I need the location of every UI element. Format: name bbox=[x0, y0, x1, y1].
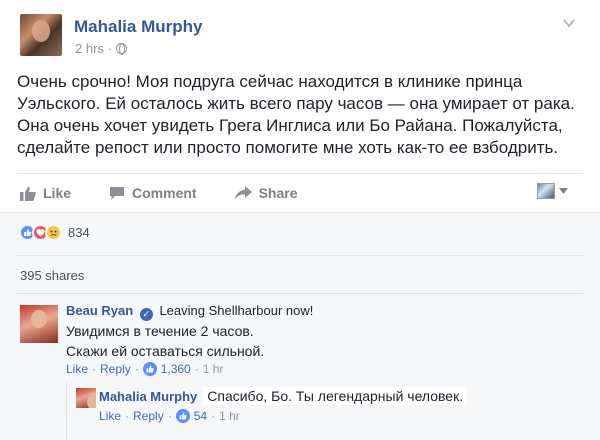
reply-author-name[interactable]: Mahalia Murphy bbox=[99, 389, 197, 404]
separator-dot: · bbox=[134, 362, 139, 376]
divider bbox=[17, 293, 583, 294]
share-button[interactable]: Share bbox=[234, 185, 298, 201]
divider bbox=[17, 255, 583, 256]
commenter-name[interactable]: Beau Ryan bbox=[66, 303, 133, 318]
post-meta: 2 hrs · bbox=[75, 41, 128, 56]
comment-text-line: Скажи ей оставаться сильной. bbox=[66, 343, 265, 359]
comment-time[interactable]: 1 hr bbox=[203, 362, 224, 376]
reply-like-count[interactable]: 54 bbox=[194, 409, 207, 423]
comment-reply-link[interactable]: Reply bbox=[100, 362, 131, 376]
facebook-post-card: Mahalia Murphy 2 hrs · Очень срочно! Моя… bbox=[0, 0, 600, 440]
comment-label: Comment bbox=[132, 185, 197, 201]
share-arrow-icon bbox=[234, 186, 252, 200]
comment-like-count[interactable]: 1,360 bbox=[161, 362, 191, 376]
verified-badge-icon: ✓ bbox=[139, 308, 153, 321]
reactions-summary[interactable]: 834 bbox=[19, 224, 90, 241]
reactions-count: 834 bbox=[68, 225, 90, 240]
comment-actions: Like · Reply · 1,360 · 1 hr bbox=[66, 362, 223, 376]
reply-actions: Like · Reply · 54 · 1 hr bbox=[99, 409, 240, 423]
commenter-avatar[interactable] bbox=[20, 305, 58, 343]
reply-text: Спасибо, Бо. Ты легендарный человек. bbox=[203, 387, 468, 405]
sad-reaction-icon bbox=[45, 224, 62, 241]
author-avatar[interactable] bbox=[20, 14, 62, 56]
like-label: Like bbox=[43, 185, 72, 201]
reply-reply-link[interactable]: Reply bbox=[133, 409, 164, 423]
page-avatar bbox=[537, 183, 555, 199]
post-time[interactable]: 2 hrs bbox=[75, 41, 104, 56]
like-count-icon bbox=[142, 362, 157, 376]
separator-dot: · bbox=[125, 409, 130, 423]
reply-like-link[interactable]: Like bbox=[99, 409, 121, 423]
meta-separator: · bbox=[107, 41, 113, 56]
reply-avatar[interactable] bbox=[76, 388, 96, 408]
shares-count[interactable]: 395 shares bbox=[20, 268, 84, 283]
post-author-name[interactable]: Mahalia Murphy bbox=[74, 17, 202, 37]
separator-dot: · bbox=[194, 362, 199, 376]
comment: Beau Ryan ✓ Leaving Shellharbour now! Ув… bbox=[66, 302, 566, 361]
share-label: Share bbox=[258, 185, 298, 201]
separator-dot: · bbox=[92, 362, 97, 376]
comment-text-line: Увидимся в течение 2 часов. bbox=[66, 323, 254, 339]
divider bbox=[17, 173, 583, 174]
separator-dot: · bbox=[167, 409, 172, 423]
comment-button[interactable]: Comment bbox=[109, 185, 197, 201]
comment-icon bbox=[110, 186, 125, 199]
chevron-down-icon[interactable] bbox=[562, 16, 576, 30]
thumbs-up-icon bbox=[20, 186, 36, 201]
post-text: Очень срочно! Моя подруга сейчас находит… bbox=[17, 72, 575, 157]
reply-time[interactable]: 1 hr bbox=[219, 409, 240, 423]
post-as-selector[interactable] bbox=[537, 183, 568, 199]
comment-like-link[interactable]: Like bbox=[66, 362, 88, 376]
like-button[interactable]: Like bbox=[20, 185, 71, 201]
like-count-icon bbox=[175, 409, 190, 423]
globe-icon bbox=[116, 43, 128, 55]
caret-down-icon bbox=[559, 188, 568, 194]
post-actions: Like Comment Share bbox=[20, 183, 336, 203]
reply-comment: Mahalia Murphy Спасибо, Бо. Ты легендарн… bbox=[99, 387, 468, 405]
separator-dot: · bbox=[211, 409, 216, 423]
commenter-status: Leaving Shellharbour now! bbox=[159, 303, 314, 318]
